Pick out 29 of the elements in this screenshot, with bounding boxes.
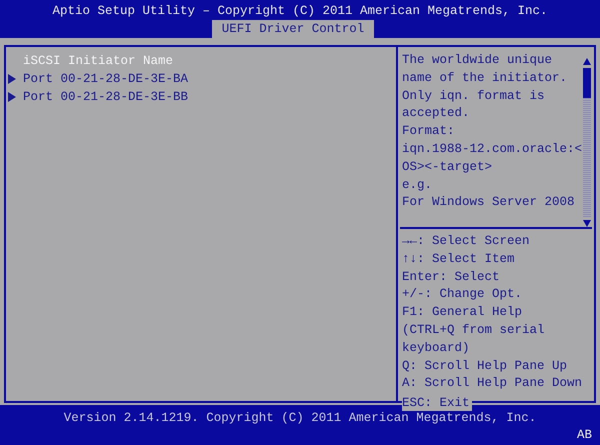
status-label: AB <box>576 427 592 443</box>
scrollbar-thumb[interactable] <box>583 68 592 98</box>
scroll-up-icon[interactable] <box>583 58 592 65</box>
help-text: iqn.1988-12.com.oracle:< <box>402 140 582 158</box>
help-text: name of the initiator. <box>402 70 568 87</box>
help-text: Only iqn. format is <box>402 88 546 105</box>
menu-item[interactable]: Port 00-21-28-DE-3E-BB <box>23 88 188 106</box>
scroll-down-icon[interactable] <box>583 220 592 227</box>
help-text: The worldwide unique <box>402 52 554 69</box>
help-text: Format: <box>402 123 456 140</box>
key-hint: keyboard) <box>402 340 471 357</box>
key-hint: A: Scroll Help Pane Down <box>402 375 584 392</box>
key-hint: Q: Scroll Help Pane Up <box>402 358 568 375</box>
help-text: accepted. <box>402 105 471 122</box>
help-text: e.g. <box>402 176 434 194</box>
menu-item[interactable]: Port 00-21-28-DE-3E-BA <box>23 70 188 88</box>
help-text: For Windows Server 2008 <box>402 194 576 212</box>
version-text: Version 2.14.1219. Copyright (C) 2011 American Megatrends, Inc. <box>64 410 536 427</box>
tab[interactable]: UEFI Driver Control <box>212 20 374 38</box>
window-title: Aptio Setup Utility – Copyright (C) 2011 American Megatrends, Inc. <box>52 3 548 20</box>
key-hint: F1: General Help <box>402 304 524 322</box>
key-hint: →←: Select Screen <box>402 233 531 250</box>
key-hint: ↑↓: Select Item <box>402 250 516 268</box>
key-hint: +/-: Change Opt. <box>402 286 524 304</box>
scrollbar-track[interactable] <box>583 68 592 217</box>
key-hint: Enter: Select <box>402 268 501 286</box>
key-hint: (CTRL+Q from serial <box>402 322 546 339</box>
key-hint: ESC: Exit <box>402 395 472 411</box>
help-text: OS><-target> <box>402 158 494 176</box>
